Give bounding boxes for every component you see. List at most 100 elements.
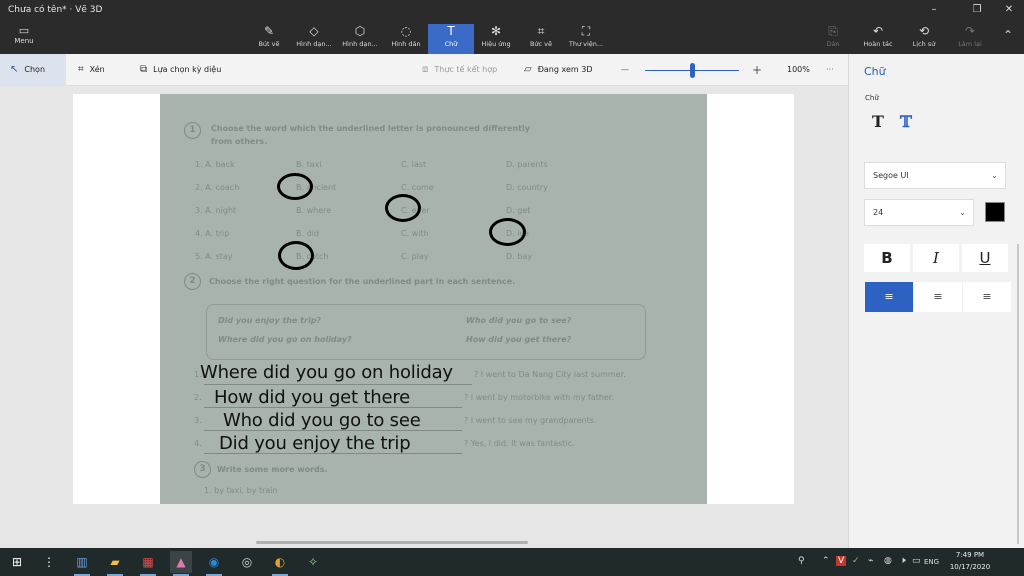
sticker-icon: ◌ xyxy=(400,24,412,38)
canvas-area[interactable]: 1 Choose the word which the underlined l… xyxy=(0,86,848,548)
bold-button[interactable]: B xyxy=(864,244,910,272)
underline-button[interactable]: U xyxy=(962,244,1008,272)
2d-text-button[interactable]: T xyxy=(872,112,884,131)
file-explorer-icon[interactable]: ▰ xyxy=(104,551,126,576)
answer-circle-5[interactable] xyxy=(278,241,314,270)
answer-1-text: ? I went to Da Nang City last summer. xyxy=(474,370,626,379)
row-2-d: D. country xyxy=(506,183,548,192)
chevron-down-icon: ⌄ xyxy=(959,208,966,217)
panel-scrollbar[interactable] xyxy=(1017,244,1019,544)
magic-select-button[interactable]: ⧉ Lựa chọn kỳ diệu xyxy=(140,54,221,86)
menu-button[interactable]: ▭ Menu xyxy=(6,24,42,50)
row-4-a: 4. A. trip xyxy=(195,229,230,238)
horizontal-scrollbar[interactable] xyxy=(256,541,528,544)
typed-answer-2[interactable]: How did you get there xyxy=(214,387,410,408)
text-icon: T xyxy=(447,24,455,38)
tool-2d-shapes[interactable]: ◇ Hình dạn... xyxy=(292,24,336,54)
tool-effects[interactable]: ✻ Hiệu ứng xyxy=(476,24,516,54)
answer-4-number: 4. xyxy=(194,439,202,448)
zoom-out-button[interactable]: — xyxy=(621,54,629,86)
answer-circle-4[interactable] xyxy=(489,218,526,246)
select-button[interactable]: ↖ Chọn xyxy=(0,54,66,86)
2d-shapes-icon: ◇ xyxy=(309,24,319,38)
crop-button[interactable]: ⌗ Xén xyxy=(78,54,105,86)
align-right-button[interactable]: ≡ xyxy=(963,282,1011,312)
camera-icon[interactable]: ◎ xyxy=(236,551,258,573)
tool-3d-shapes[interactable]: ⬡ Hình dạn... xyxy=(338,24,382,54)
tool-canvas[interactable]: ⌗ Bức vẽ xyxy=(522,24,560,54)
typed-answer-4[interactable]: Did you enjoy the trip xyxy=(219,433,411,454)
close-button[interactable]: ✕ xyxy=(997,3,1021,17)
clock-date[interactable]: 10/17/2020 xyxy=(945,563,995,571)
row-1-a: 1. A. back xyxy=(195,160,235,169)
clock-time[interactable]: 7:49 PM xyxy=(950,551,990,559)
chevron-down-icon: ⌄ xyxy=(991,171,998,180)
paint-icon[interactable]: ✧ xyxy=(302,551,324,573)
redo-icon: ↷ xyxy=(964,24,976,38)
history-icon: ⟲ xyxy=(918,24,930,38)
language-indicator[interactable]: ENG xyxy=(924,558,939,566)
italic-button[interactable]: I xyxy=(913,244,959,272)
exercise-1-number: 1 xyxy=(184,122,201,139)
task-view-icon[interactable]: ⋮ xyxy=(38,551,60,573)
calculator-icon[interactable]: ▥ xyxy=(71,551,93,576)
exercise-3-title: Write some more words. xyxy=(217,465,328,474)
row-5-d: D. bay xyxy=(506,252,532,261)
antivirus-icon[interactable]: V xyxy=(836,556,847,566)
maximize-button[interactable]: ❐ xyxy=(965,3,989,17)
worksheet-photo[interactable]: 1 Choose the word which the underlined l… xyxy=(160,94,707,504)
typed-answer-3[interactable]: Who did you go to see xyxy=(223,410,421,431)
row-1-c: C. last xyxy=(401,160,427,169)
minimize-button[interactable]: – xyxy=(922,3,946,17)
row-5-a: 5. A. stay xyxy=(195,252,233,261)
text-color-swatch[interactable] xyxy=(985,202,1005,222)
row-5-c: C. play xyxy=(401,252,429,261)
3d-text-button[interactable]: 𝕋 xyxy=(900,112,912,131)
zoom-slider-thumb[interactable] xyxy=(689,63,695,78)
zoom-in-button[interactable]: + xyxy=(752,54,762,86)
wifi-icon[interactable]: ◍ xyxy=(884,556,892,566)
redo-button[interactable]: ↷ Làm lại xyxy=(950,24,990,54)
answer-2-text: ? I went by motorbike with my father. xyxy=(464,393,614,402)
tool-library[interactable]: ⛶ Thư viện... xyxy=(564,24,608,54)
brush-icon: ✎ xyxy=(263,24,275,38)
more-options-button[interactable]: ··· xyxy=(826,54,834,86)
show-hidden-icons[interactable]: ⌃ xyxy=(822,556,830,566)
answer-circle-2[interactable] xyxy=(277,173,313,200)
canvas[interactable]: 1 Choose the word which the underlined l… xyxy=(73,94,794,504)
align-center-button[interactable]: ≡ xyxy=(914,282,962,312)
row-4-c: C. with xyxy=(401,229,429,238)
view-3d-button[interactable]: ▱ Đang xem 3D xyxy=(524,54,593,86)
zalo-icon[interactable]: ◉ xyxy=(203,551,225,576)
align-left-button[interactable]: ≡ xyxy=(865,282,913,312)
zoom-level[interactable]: 100% xyxy=(787,54,810,86)
people-icon[interactable]: ⚲ xyxy=(798,556,805,566)
start-button[interactable]: ⊞ xyxy=(6,551,28,573)
volume-icon[interactable]: 🕨 xyxy=(900,556,906,566)
battery-icon[interactable]: ▭ xyxy=(912,556,921,566)
question-option-4: How did you get there? xyxy=(466,335,572,344)
chrome-icon[interactable]: ◐ xyxy=(269,551,291,576)
checkmark-icon[interactable]: ✓ xyxy=(852,556,860,566)
question-option-1: Did you enjoy the trip? xyxy=(218,316,322,325)
library-icon: ⛶ xyxy=(581,24,591,38)
mixed-reality-button[interactable]: ⧈ Thực tế kết hợp xyxy=(422,54,497,86)
tool-text[interactable]: T Chữ xyxy=(428,24,474,54)
font-size-dropdown[interactable]: 24 ⌄ xyxy=(864,199,974,226)
paste-button[interactable]: ⎘ Dán xyxy=(818,24,848,54)
answer-3-text: ? I went to see my grandparents. xyxy=(464,416,597,425)
tool-brushes[interactable]: ✎ Bút vẽ xyxy=(252,24,286,54)
history-button[interactable]: ⟲ Lịch sử xyxy=(904,24,944,54)
answer-3-number: 3. xyxy=(194,416,202,425)
paint-3d-icon[interactable]: ▲ xyxy=(170,551,192,576)
undo-button[interactable]: ↶ Hoàn tác xyxy=(858,24,898,54)
typed-answer-1[interactable]: Where did you go on holiday xyxy=(200,362,453,383)
store-icon[interactable]: ▦ xyxy=(137,551,159,576)
power-icon[interactable]: ⌁ xyxy=(868,556,873,566)
tool-stickers[interactable]: ◌ Hình dán xyxy=(386,24,426,54)
menu-icon: ▭ xyxy=(18,24,30,37)
font-family-dropdown[interactable]: Segoe UI ⌄ xyxy=(864,162,1006,189)
effects-icon: ✻ xyxy=(490,24,502,38)
row-4-b: B. did xyxy=(296,229,319,238)
answer-circle-3[interactable] xyxy=(385,194,421,222)
